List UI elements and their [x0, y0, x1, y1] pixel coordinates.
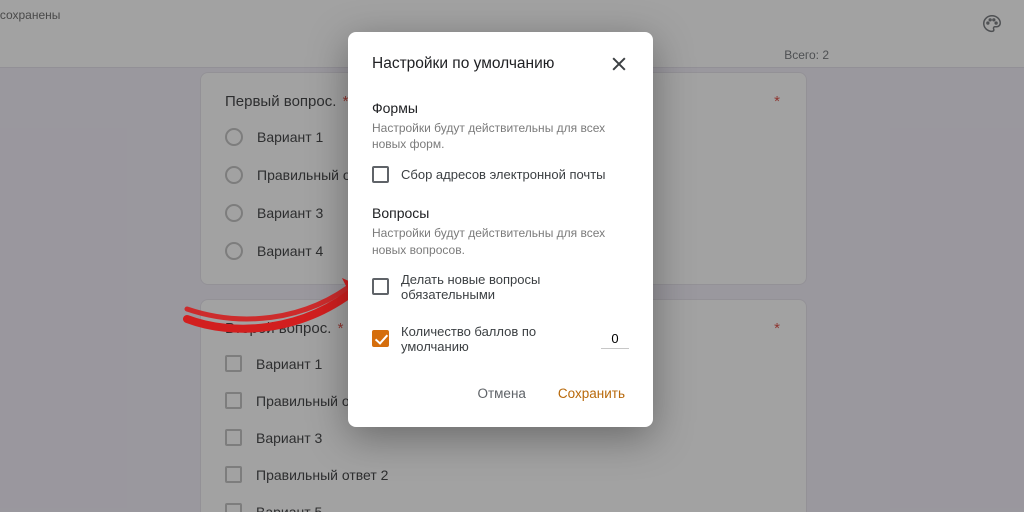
close-icon — [609, 54, 629, 74]
questions-section-title: Вопросы — [372, 205, 629, 221]
cancel-button[interactable]: Отмена — [473, 378, 529, 409]
dialog-title: Настройки по умолчанию — [372, 55, 554, 73]
collect-emails-checkbox[interactable] — [372, 166, 389, 183]
default-points-checkbox[interactable] — [372, 330, 389, 347]
make-required-label: Делать новые вопросы обязательными — [401, 272, 629, 302]
make-required-checkbox[interactable] — [372, 278, 389, 295]
default-points-label: Количество баллов по умолчанию — [401, 324, 589, 354]
save-button[interactable]: Сохранить — [554, 378, 629, 409]
collect-emails-label: Сбор адресов электронной почты — [401, 167, 606, 182]
default-points-input[interactable] — [601, 329, 629, 349]
forms-section-title: Формы — [372, 100, 629, 116]
questions-section-desc: Настройки будут действительны для всех н… — [372, 225, 629, 257]
default-settings-dialog: Настройки по умолчанию Формы Настройки б… — [348, 32, 653, 427]
close-button[interactable] — [609, 54, 629, 74]
forms-section-desc: Настройки будут действительны для всех н… — [372, 120, 629, 152]
